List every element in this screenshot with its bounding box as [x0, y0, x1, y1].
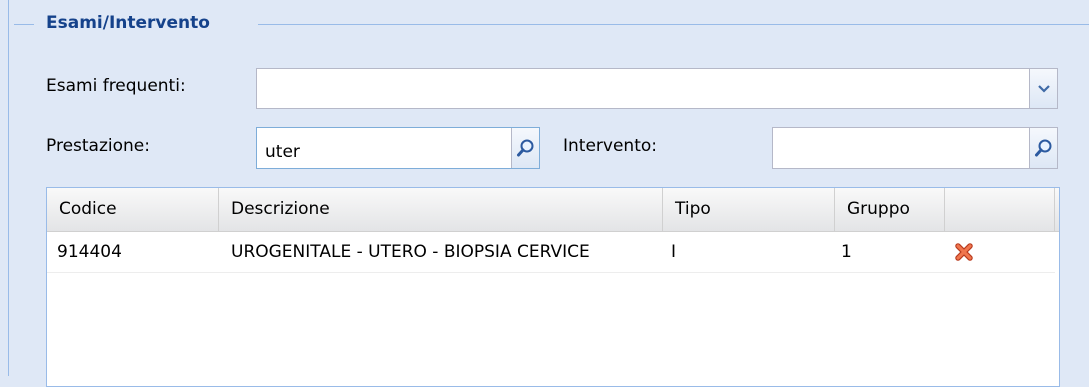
prestazione-label: Prestazione: — [46, 136, 150, 156]
esami-grid: Codice Descrizione Tipo Gruppo 914404 UR… — [46, 187, 1060, 387]
table-row[interactable]: 914404 UROGENITALE - UTERO - BIOPSIA CER… — [47, 232, 1055, 273]
fieldset-border-left — [14, 24, 34, 25]
intervento-label: Intervento: — [563, 136, 657, 156]
cell-descrizione: UROGENITALE - UTERO - BIOPSIA CERVICE — [231, 242, 590, 262]
column-header-gruppo[interactable]: Gruppo — [835, 188, 945, 231]
intervento-input[interactable] — [772, 127, 1058, 169]
delete-button[interactable] — [945, 243, 1015, 261]
delete-icon — [955, 243, 973, 261]
search-icon — [516, 139, 533, 157]
column-header-tipo[interactable]: Tipo — [663, 188, 835, 231]
fieldset-border-right — [258, 24, 1089, 25]
prestazione-search-button[interactable] — [511, 128, 539, 168]
fieldset-legend: Esami/Intervento — [46, 13, 210, 33]
prestazione-value: uter — [265, 142, 300, 162]
dropdown-trigger[interactable] — [1029, 69, 1057, 108]
column-header-actions — [945, 188, 1055, 231]
search-icon — [1034, 139, 1051, 157]
cell-codice: 914404 — [57, 242, 122, 262]
column-header-descrizione[interactable]: Descrizione — [219, 188, 663, 231]
chevron-down-icon — [1037, 84, 1050, 93]
intervento-search-button[interactable] — [1029, 128, 1057, 168]
prestazione-input[interactable]: uter — [256, 127, 540, 169]
esami-frequenti-label: Esami frequenti: — [46, 76, 186, 96]
cell-gruppo: 1 — [841, 242, 852, 262]
esami-frequenti-combo[interactable] — [256, 68, 1058, 109]
cell-tipo: I — [671, 242, 677, 262]
grid-header: Codice Descrizione Tipo Gruppo — [47, 188, 1059, 232]
column-header-codice[interactable]: Codice — [47, 188, 219, 231]
panel-left-border — [8, 0, 9, 376]
